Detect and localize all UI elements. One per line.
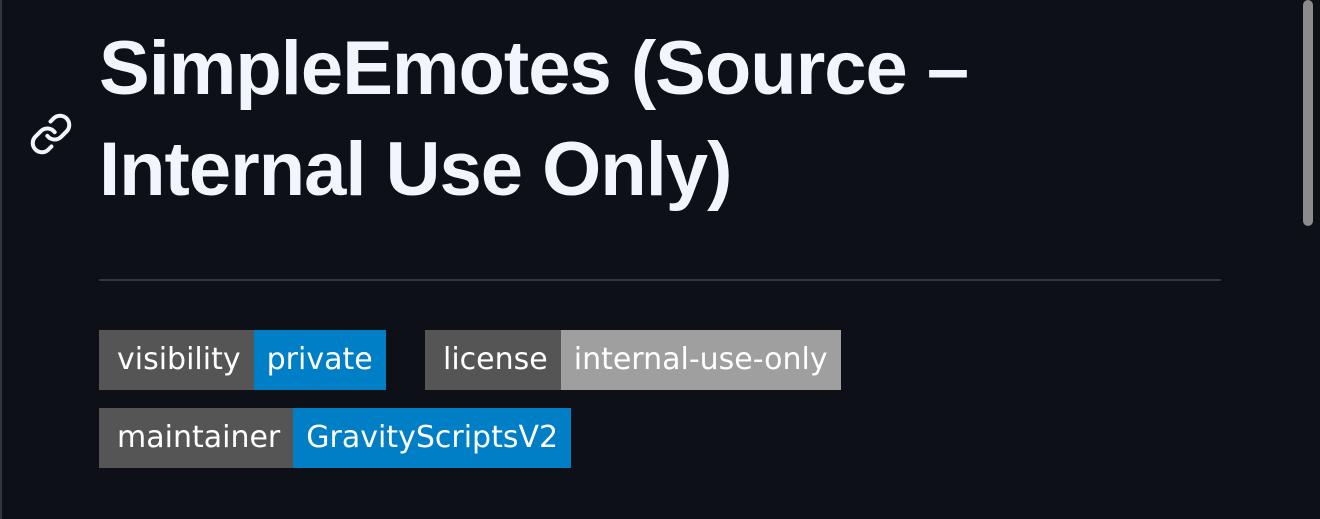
heading-anchor-link[interactable] (28, 111, 74, 157)
badge-value: internal-use-only (560, 330, 841, 390)
heading-divider (99, 279, 1221, 281)
badge-label: license (425, 330, 561, 390)
badge-value: GravityScriptsV2 (293, 408, 572, 468)
badge-visibility[interactable]: visibility private (99, 330, 386, 390)
badge-label: maintainer (99, 408, 294, 468)
badge-maintainer[interactable]: maintainer GravityScriptsV2 (99, 408, 572, 468)
badge-value: private (253, 330, 386, 390)
link-icon (30, 113, 72, 155)
badge-license[interactable]: license internal-use-only (425, 330, 841, 390)
vertical-scrollbar[interactable] (1298, 0, 1320, 519)
page-title: SimpleEmotes (Source – Internal Use Only… (99, 26, 969, 212)
panel-left-border (0, 0, 2, 519)
scrollbar-thumb[interactable] (1303, 0, 1313, 226)
badge-label: visibility (99, 330, 254, 390)
